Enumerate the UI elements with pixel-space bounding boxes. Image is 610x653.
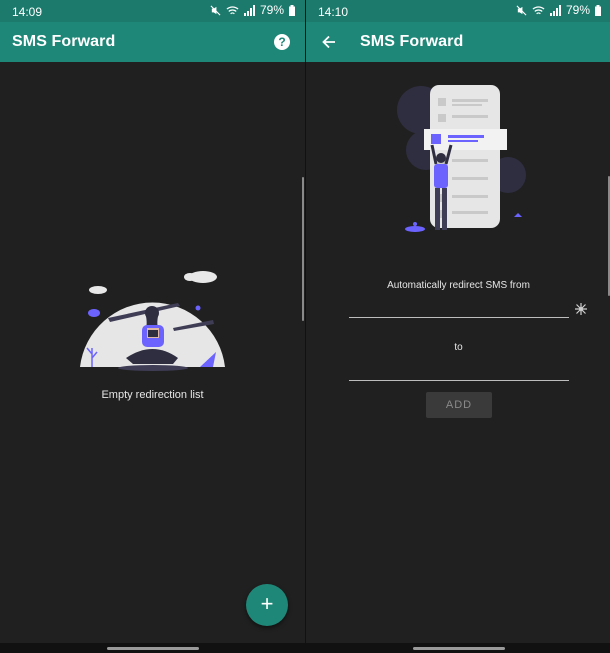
sms-forward-list-screen: 14:09 79% SMS Forward ? Empty redirectio… [0, 0, 305, 653]
status-system-icons: 79% [210, 3, 295, 17]
battery-level: 79% [565, 3, 590, 17]
battery-icon [289, 4, 295, 16]
wifi-icon [226, 5, 239, 16]
signal-icon [549, 4, 561, 16]
back-arrow-icon[interactable] [319, 32, 339, 52]
help-icon[interactable]: ? [274, 34, 290, 50]
navigation-bar [0, 643, 305, 653]
empty-list-illustration [80, 271, 225, 371]
scroll-indicator [302, 177, 304, 321]
status-bar: 14:10 79% [306, 0, 610, 22]
signal-icon [243, 4, 255, 16]
plus-icon: + [260, 591, 274, 616]
mute-icon [516, 5, 527, 16]
forward-illustration [397, 85, 526, 232]
navigation-bar [306, 643, 610, 653]
home-gesture-handle[interactable] [107, 647, 199, 650]
status-time: 14:09 [12, 5, 43, 19]
contacts-icon[interactable] [574, 302, 588, 316]
status-bar: 14:09 79% [0, 0, 305, 22]
add-redirection-screen: 14:10 79% SMS Forward Automatically redi… [305, 0, 610, 653]
home-gesture-handle[interactable] [413, 647, 505, 650]
app-bar: SMS Forward [306, 22, 610, 62]
to-number-input[interactable] [349, 361, 569, 381]
from-number-input[interactable] [349, 298, 569, 318]
battery-icon [595, 4, 601, 16]
empty-list-message: Empty redirection list [101, 389, 204, 401]
from-label: Automatically redirect SMS from [387, 280, 530, 291]
add-button[interactable]: ADD [426, 392, 492, 418]
to-label: to [454, 342, 463, 353]
mute-icon [210, 5, 221, 16]
app-title: SMS Forward [360, 33, 464, 50]
status-system-icons: 79% [516, 3, 601, 17]
app-bar: SMS Forward ? [0, 22, 305, 62]
wifi-icon [532, 5, 545, 16]
battery-level: 79% [259, 3, 284, 17]
add-redirection-button[interactable]: + [246, 584, 288, 626]
status-time: 14:10 [318, 5, 349, 19]
app-title: SMS Forward [12, 33, 116, 50]
